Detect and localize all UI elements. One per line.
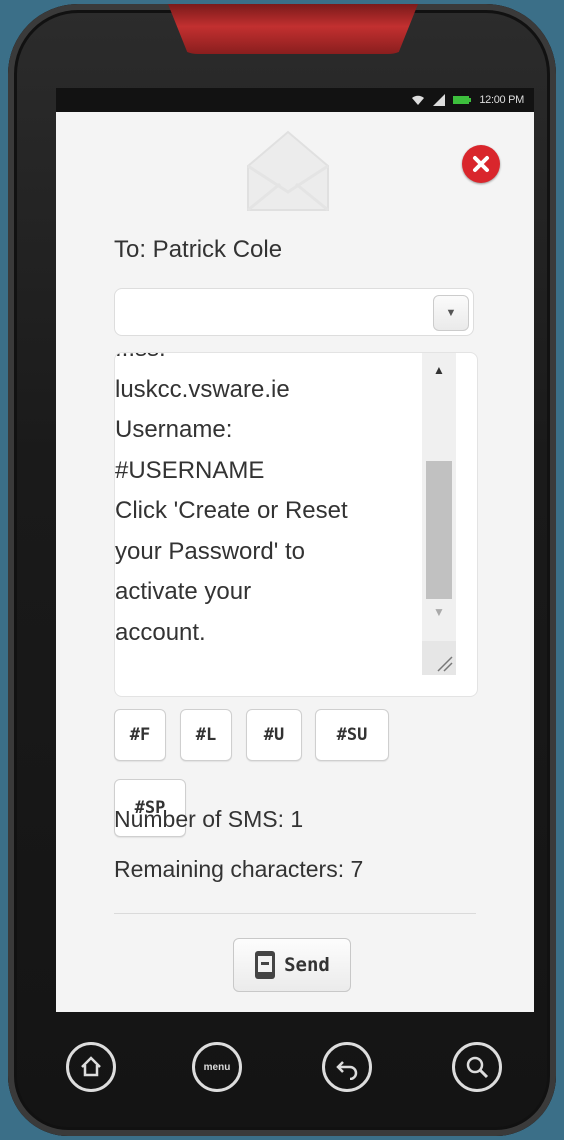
wifi-icon [411,94,425,106]
compose-screen: To: Patrick Cole ▼ ...ss: luskcc.vsware.… [56,112,534,1012]
message-line: Username: [115,416,233,443]
resize-grip-icon[interactable] [422,641,456,675]
search-button[interactable] [452,1042,502,1092]
status-time: 12:00 PM [479,94,524,106]
divider [114,913,476,914]
recipient-label: To: Patrick Cole [114,236,283,263]
phone-icon [255,951,276,979]
status-bar: 12:00 PM [56,88,534,112]
envelope-icon [247,130,329,212]
message-textarea[interactable]: ...ss: luskcc.vsware.ie Username: #USERN… [114,352,478,697]
scroll-thumb[interactable] [426,461,452,599]
chevron-down-icon[interactable]: ▼ [433,295,469,331]
message-line: #USERNAME [115,456,265,484]
menu-button[interactable]: menu [192,1042,242,1092]
close-button[interactable] [462,145,500,183]
search-icon [466,1056,489,1079]
battery-icon [453,95,472,105]
scroll-up-arrow-icon[interactable]: ▲ [422,355,456,385]
phone-frame: 12:00 PM To: Patrick Cole ▼ ...ss: luskc… [8,4,556,1136]
scroll-down-arrow-icon[interactable]: ▼ [422,597,456,627]
phone-nav-bar: menu [56,1022,534,1132]
sms-count-label: Number of SMS: 1 [114,806,304,832]
scrollbar[interactable]: ▲ ▼ [422,353,456,675]
back-button[interactable] [322,1042,372,1092]
message-text: ...ss: luskcc.vsware.ie Username: #USERN… [115,353,415,653]
menu-icon: menu [203,1061,231,1073]
back-icon [336,1061,358,1080]
tag-button-last-name[interactable]: #L [180,709,232,761]
tag-button-su[interactable]: #SU [315,709,389,761]
tag-button-first-name[interactable]: #F [114,709,166,761]
message-line: your Password' to [115,537,305,565]
message-line: Click 'Create or Reset [115,497,348,524]
signal-icon [433,94,446,106]
message-line: activate your [115,578,252,605]
message-line: luskcc.vsware.ie [115,375,290,403]
send-label: Send [284,954,330,976]
speaker-grille [168,4,418,54]
send-button[interactable]: Send [233,938,351,992]
tag-button-username[interactable]: #U [246,709,302,761]
home-icon [81,1056,101,1077]
message-line: account. [115,618,206,646]
remaining-characters-label: Remaining characters: 7 [114,856,364,882]
recipient-select[interactable]: ▼ [114,288,474,336]
message-line: ...ss: [115,353,415,370]
close-icon [473,156,489,172]
home-button[interactable] [66,1042,116,1092]
